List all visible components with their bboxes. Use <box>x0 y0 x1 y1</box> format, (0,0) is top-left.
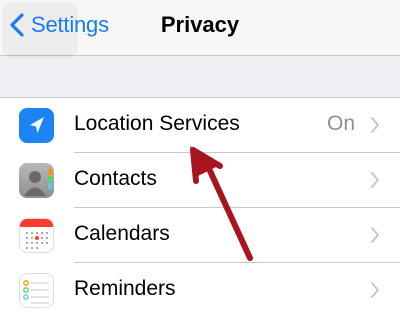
list-item-calendars[interactable]: Calendars <box>0 208 400 263</box>
privacy-settings-list: Location Services On Contacts Calendars … <box>0 97 400 314</box>
chevron-right-icon <box>371 227 379 243</box>
list-item-reminders[interactable]: Reminders <box>0 263 400 314</box>
calendar-icon <box>19 218 54 253</box>
chevron-right-icon <box>371 282 379 298</box>
list-item-label: Contacts <box>74 167 157 190</box>
chevron-right-icon <box>371 117 379 133</box>
list-item-label: Location Services <box>74 112 240 135</box>
location-arrow-icon <box>19 108 54 143</box>
page-title: Privacy <box>160 12 240 37</box>
navigation-bar: Settings Privacy <box>0 0 400 58</box>
list-item-location-services[interactable]: Location Services On <box>0 98 400 153</box>
list-item-value: On <box>326 112 355 135</box>
reminders-icon <box>19 273 54 308</box>
list-item-contacts[interactable]: Contacts <box>0 153 400 208</box>
contacts-icon <box>19 163 54 198</box>
list-item-label: Reminders <box>74 277 176 300</box>
list-item-label: Calendars <box>74 222 170 245</box>
chevron-right-icon <box>371 172 379 188</box>
